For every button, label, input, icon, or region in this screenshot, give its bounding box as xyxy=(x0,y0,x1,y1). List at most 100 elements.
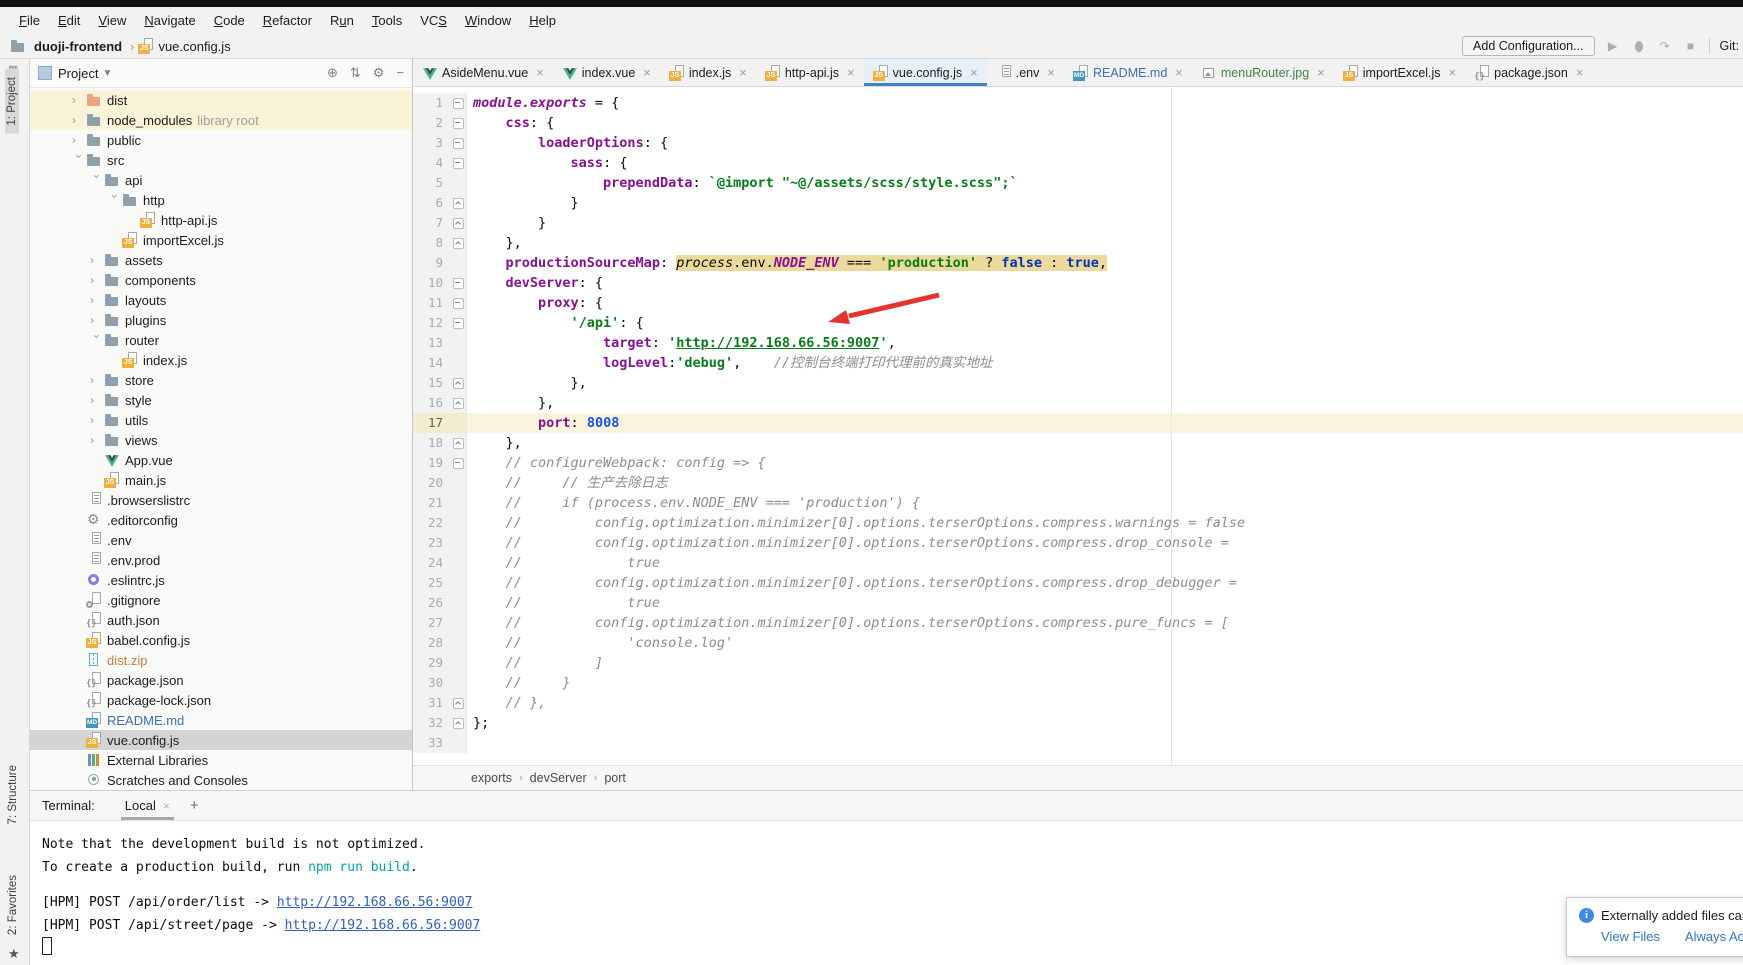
tree-item-http-api.js[interactable]: ›http-api.js xyxy=(30,210,412,230)
run-icon[interactable]: ▶ xyxy=(1605,38,1621,54)
fold-marker[interactable] xyxy=(451,133,466,153)
tree-item-App.vue[interactable]: ›App.vue xyxy=(30,450,412,470)
tree-item-.browserslistrc[interactable]: ›.browserslistrc xyxy=(30,490,412,510)
code-editor[interactable]: 1module.exports = {2 css: {3 loaderOptio… xyxy=(413,87,1743,765)
new-terminal-session-icon[interactable]: + xyxy=(190,797,199,814)
fold-marker[interactable] xyxy=(451,313,466,333)
editor-tab-index.vue[interactable]: index.vue× xyxy=(553,59,660,86)
tree-item-utils[interactable]: ›utils xyxy=(30,410,412,430)
menu-item-tools[interactable]: Tools xyxy=(363,13,411,28)
fold-marker[interactable] xyxy=(451,373,466,393)
view-files-link[interactable]: View Files xyxy=(1601,929,1660,944)
chevron-icon[interactable]: › xyxy=(72,133,86,147)
close-icon[interactable]: × xyxy=(1576,65,1584,80)
tree-item-vue.config.js[interactable]: ›vue.config.js xyxy=(30,730,412,750)
tree-item-package-lock.json[interactable]: ›package-lock.json xyxy=(30,690,412,710)
fold-marker[interactable] xyxy=(451,693,466,713)
fold-marker[interactable] xyxy=(451,433,466,453)
breadcrumb-devServer[interactable]: devServer xyxy=(530,771,587,785)
menu-item-help[interactable]: Help xyxy=(520,13,565,28)
close-icon[interactable]: × xyxy=(1449,65,1457,80)
project-panel-title[interactable]: Project xyxy=(58,66,98,81)
editor-tab-package.json[interactable]: package.json× xyxy=(1465,59,1592,86)
editor-tab-README.md[interactable]: README.md× xyxy=(1064,59,1192,86)
editor-tab-menuRouter.jpg[interactable]: menuRouter.jpg× xyxy=(1192,59,1334,86)
tree-item-store[interactable]: ›store xyxy=(30,370,412,390)
tool-stripe-structure[interactable]: 7: Structure xyxy=(7,765,19,824)
menu-item-run[interactable]: Run xyxy=(321,13,363,28)
chevron-icon[interactable]: › xyxy=(90,174,104,188)
debug-icon[interactable] xyxy=(1631,38,1647,54)
hide-panel-icon[interactable]: − xyxy=(396,65,404,81)
tree-item-dist[interactable]: ›dist xyxy=(30,90,412,110)
close-icon[interactable]: × xyxy=(1047,65,1055,80)
editor-tab-http-api.js[interactable]: http-api.js× xyxy=(756,59,864,86)
terminal-url-link[interactable]: http://192.168.66.56:9007 xyxy=(285,918,481,933)
chevron-icon[interactable]: › xyxy=(72,113,86,127)
terminal-tab-local[interactable]: Local × xyxy=(121,791,174,820)
chevron-icon[interactable]: › xyxy=(90,413,104,427)
tree-item-.editorconfig[interactable]: ›.editorconfig xyxy=(30,510,412,530)
tree-item-router[interactable]: ›router xyxy=(30,330,412,350)
close-icon[interactable]: × xyxy=(536,65,544,80)
terminal-url-link[interactable]: http://192.168.66.56:9007 xyxy=(277,895,473,910)
tree-item-auth.json[interactable]: ›auth.json xyxy=(30,610,412,630)
editor-tab-importExcel.js[interactable]: importExcel.js× xyxy=(1334,59,1465,86)
tree-item-main.js[interactable]: ›main.js xyxy=(30,470,412,490)
breadcrumb-file[interactable]: vue.config.js xyxy=(158,39,230,54)
chevron-icon[interactable]: › xyxy=(90,273,104,287)
chevron-icon[interactable]: › xyxy=(90,253,104,267)
tree-item-src[interactable]: ›src xyxy=(30,150,412,170)
tree-item-assets[interactable]: ›assets xyxy=(30,250,412,270)
editor-tab-.env[interactable]: .env× xyxy=(987,59,1064,86)
breadcrumb-exports[interactable]: exports xyxy=(471,771,512,785)
tree-item-dist.zip[interactable]: ›dist.zip xyxy=(30,650,412,670)
favorites-star-icon[interactable]: ★ xyxy=(8,946,20,962)
menu-item-code[interactable]: Code xyxy=(205,13,254,28)
chevron-icon[interactable]: › xyxy=(72,93,86,107)
close-icon[interactable]: × xyxy=(970,65,978,80)
tree-item-babel.config.js[interactable]: ›babel.config.js xyxy=(30,630,412,650)
tree-item-http[interactable]: ›http xyxy=(30,190,412,210)
close-icon[interactable]: × xyxy=(1175,65,1183,80)
breadcrumb-port[interactable]: port xyxy=(604,771,626,785)
close-icon[interactable]: × xyxy=(739,65,747,80)
chevron-icon[interactable]: › xyxy=(72,154,86,168)
tree-item-.env.prod[interactable]: ›.env.prod xyxy=(30,550,412,570)
chevron-icon[interactable]: › xyxy=(90,393,104,407)
fold-marker[interactable] xyxy=(451,213,466,233)
menu-item-edit[interactable]: Edit xyxy=(49,13,89,28)
tree-item-README.md[interactable]: ›README.md xyxy=(30,710,412,730)
menu-item-vcs[interactable]: VCS xyxy=(411,13,456,28)
git-branch-label[interactable]: Git: xyxy=(1720,39,1739,53)
collapse-all-icon[interactable]: ⇅ xyxy=(350,65,361,81)
terminal-output[interactable]: Note that the development build is not o… xyxy=(30,821,1743,965)
tree-item-importExcel.js[interactable]: ›importExcel.js xyxy=(30,230,412,250)
run-with-coverage-icon[interactable]: ↷ xyxy=(1657,38,1673,54)
settings-gear-icon[interactable]: ⚙ xyxy=(373,65,385,81)
fold-marker[interactable] xyxy=(451,453,466,473)
fold-marker[interactable] xyxy=(451,113,466,133)
chevron-down-icon[interactable]: ▼ xyxy=(102,68,112,79)
tree-item-.env[interactable]: ›.env xyxy=(30,530,412,550)
tree-item-style[interactable]: ›style xyxy=(30,390,412,410)
tree-item-api[interactable]: ›api xyxy=(30,170,412,190)
chevron-icon[interactable]: › xyxy=(90,334,104,348)
tree-item-node_modules[interactable]: ›node_moduleslibrary root xyxy=(30,110,412,130)
fold-marker[interactable] xyxy=(451,393,466,413)
menu-item-window[interactable]: Window xyxy=(456,13,520,28)
stop-icon[interactable]: ■ xyxy=(1683,38,1699,54)
menu-item-file[interactable]: File xyxy=(10,13,49,28)
chevron-icon[interactable]: › xyxy=(90,433,104,447)
fold-marker[interactable] xyxy=(451,193,466,213)
close-icon[interactable]: × xyxy=(1317,65,1325,80)
menu-item-navigate[interactable]: Navigate xyxy=(135,13,204,28)
fold-marker[interactable] xyxy=(451,713,466,733)
menu-item-refactor[interactable]: Refactor xyxy=(254,13,321,28)
close-icon[interactable]: × xyxy=(163,799,170,813)
tree-item-External Libraries[interactable]: ›External Libraries xyxy=(30,750,412,770)
editor-tab-index.js[interactable]: index.js× xyxy=(660,59,756,86)
tree-item-components[interactable]: ›components xyxy=(30,270,412,290)
chevron-icon[interactable]: › xyxy=(90,313,104,327)
tree-item-views[interactable]: ›views xyxy=(30,430,412,450)
